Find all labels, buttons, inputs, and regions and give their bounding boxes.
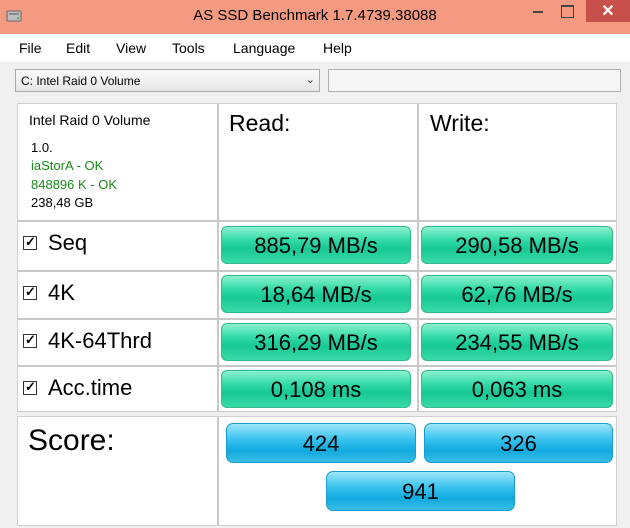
menu-file[interactable]: File bbox=[19, 40, 42, 56]
4k-64thrd-read-result: 316,29 MB/s bbox=[221, 323, 411, 361]
read-header: Read: bbox=[229, 110, 291, 136]
firmware-version: 1.0. bbox=[31, 140, 53, 155]
acc-time-checkbox[interactable] bbox=[23, 379, 37, 395]
drive-select[interactable]: C: Intel Raid 0 Volume ⌄ bbox=[15, 69, 320, 92]
read-score: 424 bbox=[226, 423, 416, 463]
menu-view[interactable]: View bbox=[116, 40, 146, 56]
close-button[interactable]: ✕ bbox=[586, 0, 630, 22]
acc-time-label: Acc.time bbox=[48, 375, 133, 400]
menu-help[interactable]: Help bbox=[323, 40, 352, 56]
close-icon: ✕ bbox=[601, 3, 615, 20]
menu-tools[interactable]: Tools bbox=[172, 40, 205, 56]
write-header: Write: bbox=[430, 110, 490, 136]
write-score: 326 bbox=[424, 423, 613, 463]
driver-status: iaStorA - OK bbox=[31, 158, 104, 173]
drive-select-value: C: Intel Raid 0 Volume bbox=[21, 74, 141, 88]
drive-name: Intel Raid 0 Volume bbox=[29, 112, 151, 128]
score-label: Score: bbox=[28, 424, 115, 457]
total-score: 941 bbox=[326, 471, 515, 511]
title-bar: AS SSD Benchmark 1.7.4739.38088 ✕ bbox=[0, 0, 630, 34]
row-divider bbox=[18, 365, 616, 367]
row-divider bbox=[18, 318, 616, 320]
seq-label: Seq bbox=[48, 230, 88, 255]
acc-time-read-result: 0,108 ms bbox=[221, 370, 411, 408]
4k-checkbox[interactable] bbox=[23, 284, 37, 300]
row-divider bbox=[18, 270, 616, 272]
row-divider bbox=[18, 220, 616, 222]
seq-write-result: 290,58 MB/s bbox=[421, 226, 613, 264]
4k-write-result: 62,76 MB/s bbox=[421, 275, 613, 313]
chevron-down-icon: ⌄ bbox=[305, 74, 315, 86]
drive-text-field[interactable] bbox=[328, 69, 621, 92]
4k-64thrd-write-result: 234,55 MB/s bbox=[421, 323, 613, 361]
menu-edit[interactable]: Edit bbox=[66, 40, 90, 56]
4k-64thrd-label: 4K-64Thrd bbox=[48, 328, 152, 353]
minimize-button[interactable] bbox=[524, 0, 552, 22]
seq-read-result: 885,79 MB/s bbox=[221, 226, 411, 264]
maximize-button[interactable] bbox=[553, 0, 581, 22]
drive-capacity: 238,48 GB bbox=[31, 195, 94, 210]
4k-read-result: 18,64 MB/s bbox=[221, 275, 411, 313]
score-divider bbox=[217, 417, 219, 525]
seq-checkbox[interactable] bbox=[23, 234, 37, 250]
4k-64thrd-checkbox[interactable] bbox=[23, 332, 37, 348]
menu-bar: File Edit View Tools Language Help bbox=[0, 34, 630, 62]
alignment-status: 848896 K - OK bbox=[31, 177, 117, 192]
acc-time-write-result: 0,063 ms bbox=[421, 370, 613, 408]
4k-label: 4K bbox=[48, 280, 75, 305]
menu-language[interactable]: Language bbox=[233, 40, 295, 56]
